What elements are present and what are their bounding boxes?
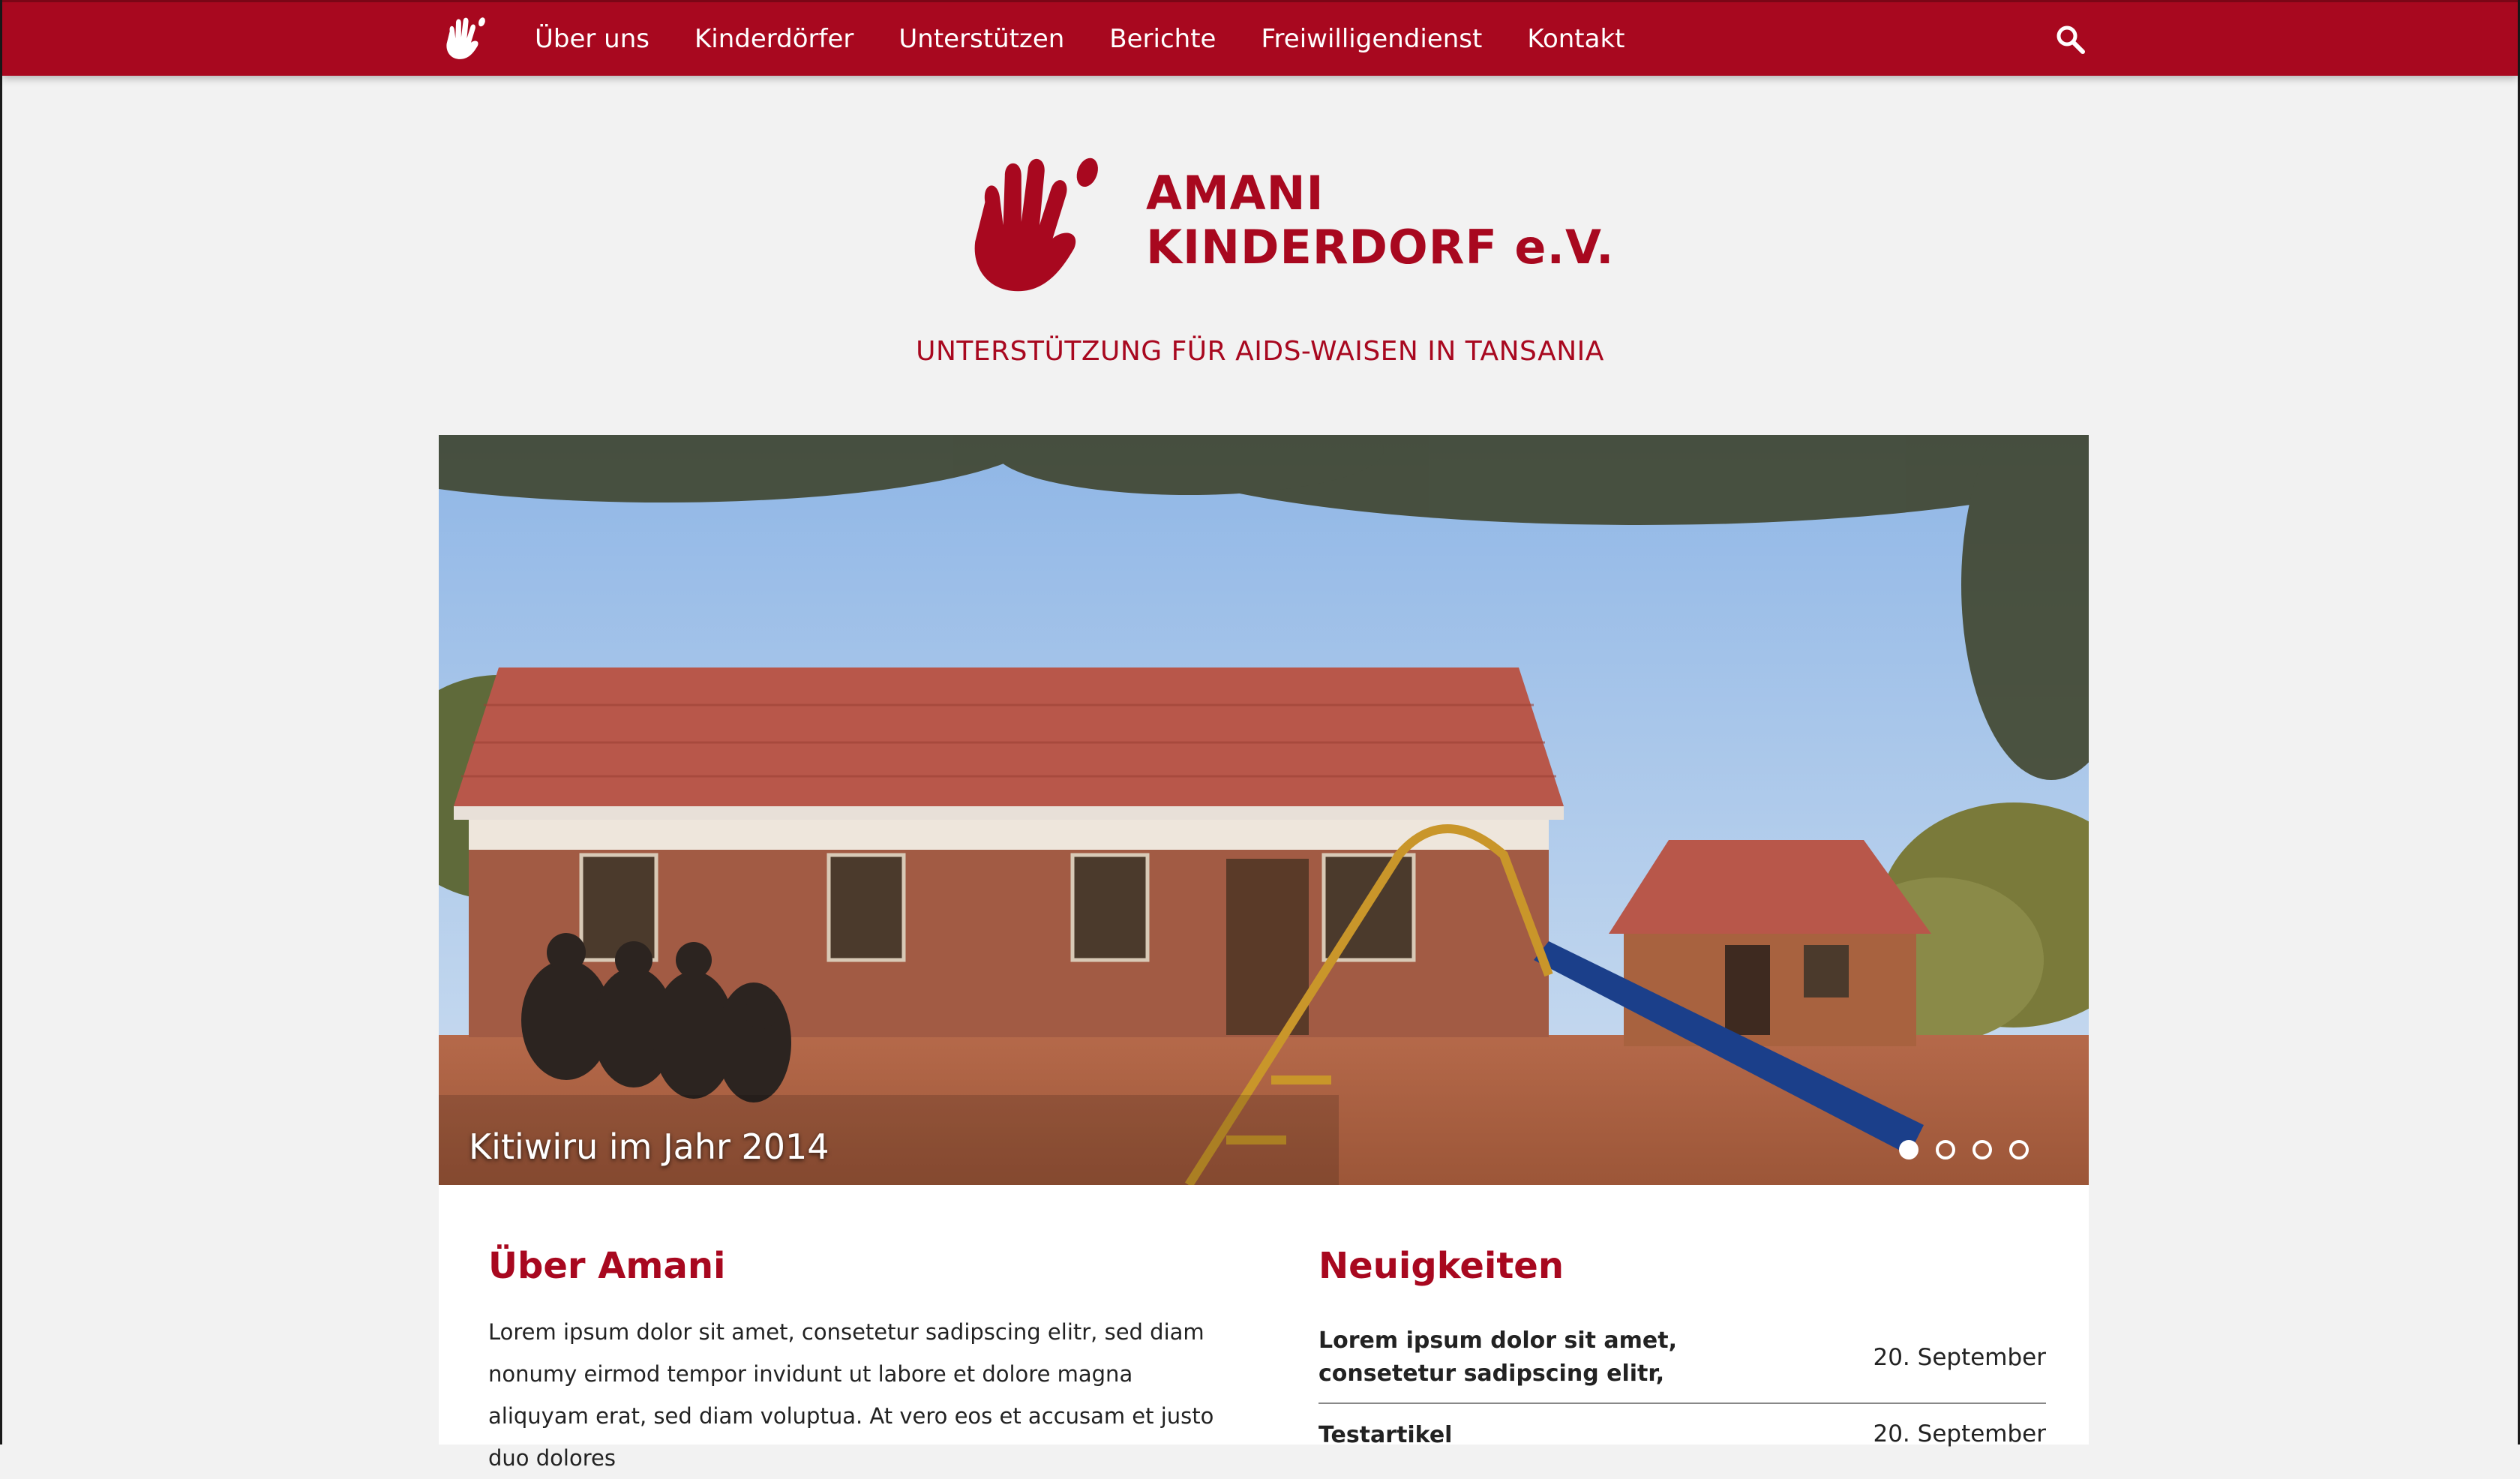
- brand-name-line2: KINDERDORF e.V.: [1146, 220, 1615, 274]
- slider-dot-1[interactable]: [1899, 1140, 1918, 1160]
- slider-dot-2[interactable]: [1936, 1140, 1955, 1160]
- tagline: UNTERSTÜTZUNG FÜR AIDS-WAISEN IN TANSANI…: [916, 336, 1604, 367]
- brand-name[interactable]: AMANI KINDERDORF e.V.: [1146, 166, 1615, 274]
- news-item-date: 20. September: [1873, 1420, 2046, 1448]
- hand-logo-icon[interactable]: [437, 16, 491, 62]
- slide-photo: [439, 435, 2089, 1185]
- news-item[interactable]: Testartikel 20. September: [1318, 1420, 2046, 1450]
- news-item[interactable]: Lorem ipsum dolor sit amet, consetetur s…: [1318, 1324, 2046, 1404]
- news-section: Neuigkeiten Lorem ipsum dolor sit amet, …: [1318, 1245, 2046, 1450]
- brand-name-line1: AMANI: [1146, 166, 1324, 220]
- about-section: Über Amani Lorem ipsum dolor sit amet, c…: [488, 1245, 1223, 1479]
- slider-pagination: [1882, 1140, 2029, 1160]
- news-title: Neuigkeiten: [1318, 1245, 1564, 1287]
- about-text: Lorem ipsum dolor sit amet, consetetur s…: [488, 1319, 1214, 1471]
- nav-item-unterstuetzen[interactable]: Unterstützen: [898, 2, 1064, 76]
- brand-hand-logo[interactable]: [949, 150, 1114, 304]
- news-item-title[interactable]: Testartikel: [1318, 1420, 1806, 1450]
- nav-item-ueber-uns[interactable]: Über uns: [535, 2, 650, 76]
- about-title: Über Amani: [488, 1245, 726, 1287]
- nav-inner: Über uns Kinderdörfer Unterstützen Beric…: [437, 2, 2087, 76]
- main-menu: Über uns Kinderdörfer Unterstützen Beric…: [535, 2, 1670, 76]
- news-item-title[interactable]: Lorem ipsum dolor sit amet, consetetur s…: [1318, 1324, 1806, 1390]
- content-card: Über Amani Lorem ipsum dolor sit amet, c…: [439, 1185, 2089, 1471]
- slide-caption: Kitiwiru im Jahr 2014: [469, 1126, 830, 1167]
- nav-item-berichte[interactable]: Berichte: [1109, 2, 1216, 76]
- news-item-date: 20. September: [1873, 1344, 2046, 1371]
- slider-dot-3[interactable]: [1972, 1140, 1992, 1160]
- top-navigation-bar: Über uns Kinderdörfer Unterstützen Beric…: [2, 0, 2518, 76]
- nav-item-kontakt[interactable]: Kontakt: [1527, 2, 1624, 76]
- nav-item-freiwilligendienst[interactable]: Freiwilligendienst: [1261, 2, 1482, 76]
- slider-dot-4[interactable]: [2009, 1140, 2029, 1160]
- image-slider[interactable]: Kitiwiru im Jahr 2014: [439, 435, 2089, 1185]
- search-icon[interactable]: [2054, 23, 2087, 56]
- nav-item-kinderdoerfer[interactable]: Kinderdörfer: [694, 2, 854, 76]
